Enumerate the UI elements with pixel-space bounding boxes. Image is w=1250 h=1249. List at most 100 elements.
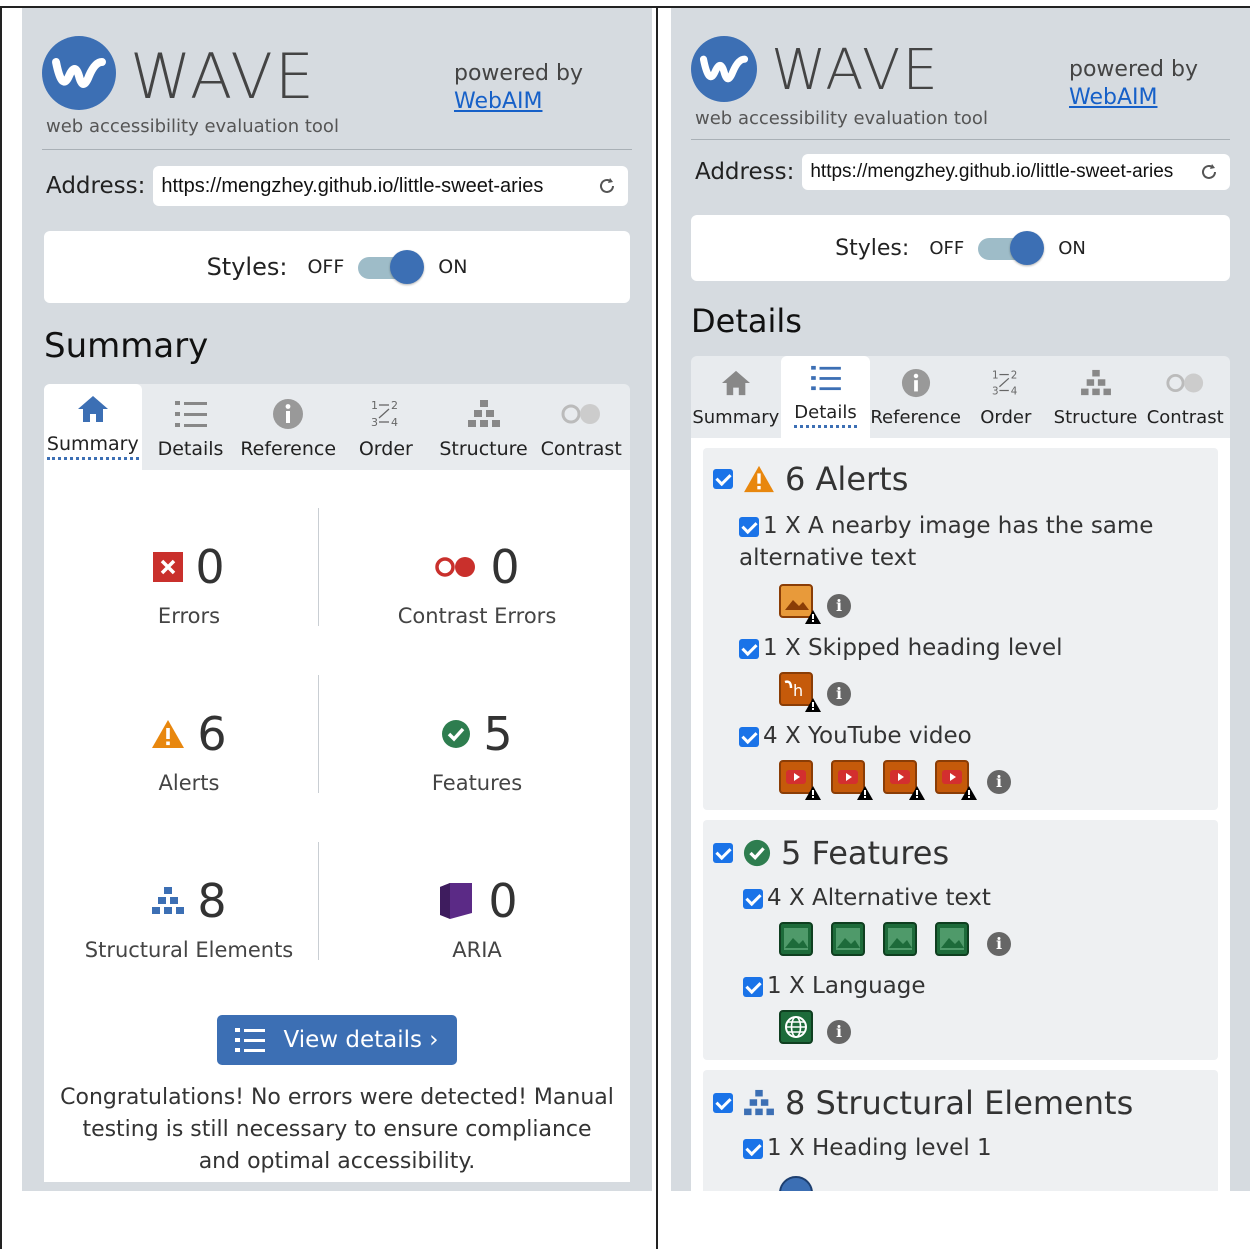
- styles-label: Styles:: [835, 235, 910, 261]
- tab-reference[interactable]: Reference: [870, 356, 961, 438]
- styles-toggle[interactable]: [358, 250, 425, 284]
- address-input[interactable]: https://mengzhey.github.io/little-sweet-…: [153, 166, 628, 206]
- tab-details[interactable]: Details: [780, 356, 871, 438]
- address-bar: Address: https://mengzhey.github.io/litt…: [695, 154, 1230, 190]
- structure-icon: [467, 398, 501, 430]
- frame-middle-border: [656, 6, 658, 1249]
- wave-logo-icon: [691, 36, 757, 102]
- summary-card: 0 Errors 0 Contrast Errors 6 Alerts 5 Fe…: [44, 470, 630, 1182]
- wave-panel-details: WAVE web accessibility evaluation tool p…: [671, 8, 1250, 1191]
- wave-header: WAVE web accessibility evaluation tool p…: [42, 8, 632, 150]
- alert-item-skipped-heading: 1 X Skipped heading level: [739, 632, 1063, 664]
- alerts-group: 6 Alerts 1 X A nearby image has the same…: [703, 448, 1218, 810]
- alert-item-checkbox[interactable]: [739, 638, 759, 659]
- feature-icon: [442, 720, 471, 748]
- stat-alerts[interactable]: 6 Alerts: [54, 707, 324, 795]
- youtube-video-icon[interactable]: [935, 760, 977, 800]
- address-input[interactable]: https://mengzhey.github.io/little-sweet-…: [802, 154, 1230, 190]
- alerts-heading: 6 Alerts: [713, 460, 908, 498]
- svg-text:1: 1: [371, 399, 378, 412]
- wave-header: WAVE web accessibility evaluation tool p…: [691, 8, 1230, 140]
- reload-icon[interactable]: [596, 175, 618, 197]
- address-label: Address:: [695, 159, 795, 185]
- youtube-video-icon[interactable]: [831, 760, 873, 800]
- tab-order[interactable]: 1234 Order: [337, 384, 435, 470]
- info-icon[interactable]: i: [827, 594, 851, 618]
- panel-tabs: Summary Details Reference 1234 Order Str…: [44, 384, 630, 470]
- tab-summary[interactable]: Summary: [44, 384, 142, 470]
- powered-by-text: powered by: [1069, 57, 1198, 82]
- info-icon[interactable]: i: [827, 1020, 851, 1044]
- reload-icon[interactable]: [1198, 161, 1220, 183]
- alert-item-same-alt: 1 X A nearby image has the same alternat…: [739, 513, 1154, 571]
- alert-same-alt-icons: i: [779, 584, 851, 624]
- tab-structure[interactable]: Structure: [1051, 356, 1141, 438]
- list-icon: [174, 398, 207, 430]
- alert-skipped-heading-icons: h i: [779, 672, 851, 712]
- tab-order[interactable]: 1234 Order: [961, 356, 1051, 438]
- feature-icon: [743, 839, 771, 867]
- section-title: Summary: [44, 326, 209, 366]
- info-icon[interactable]: i: [987, 770, 1011, 794]
- home-icon: [76, 393, 110, 425]
- alerts-checkbox[interactable]: [713, 469, 733, 489]
- stat-aria[interactable]: 0 ARIA: [342, 874, 612, 962]
- alert-icon: [152, 720, 185, 748]
- feature-item-checkbox[interactable]: [743, 888, 763, 909]
- svg-text:1: 1: [992, 369, 999, 381]
- alert-youtube-icons: i: [779, 760, 1011, 800]
- redundant-alt-icon[interactable]: [779, 584, 821, 624]
- webaim-link[interactable]: WebAIM: [454, 88, 583, 116]
- wave-wordmark: WAVE: [130, 40, 316, 113]
- tab-reference[interactable]: Reference: [239, 384, 337, 470]
- tab-details[interactable]: Details: [142, 384, 240, 470]
- alert-item-checkbox[interactable]: [739, 726, 759, 747]
- styles-on-label: ON: [438, 256, 468, 278]
- styles-toggle[interactable]: [978, 231, 1045, 265]
- powered-by: powered by WebAIM: [1069, 56, 1198, 112]
- contrast-icon: [435, 557, 476, 577]
- youtube-video-icon[interactable]: [779, 760, 821, 800]
- tab-contrast[interactable]: Contrast: [532, 384, 630, 470]
- youtube-video-icon[interactable]: [883, 760, 925, 800]
- info-icon[interactable]: i: [827, 682, 851, 706]
- tab-contrast[interactable]: Contrast: [1140, 356, 1230, 438]
- language-globe-icon[interactable]: [779, 1010, 813, 1044]
- alert-item-checkbox[interactable]: [739, 516, 759, 537]
- alt-text-icon[interactable]: [935, 922, 969, 956]
- stat-contrast-errors[interactable]: 0 Contrast Errors: [342, 540, 612, 628]
- address-value: https://mengzhey.github.io/little-sweet-…: [810, 161, 1174, 182]
- alert-item-youtube: 4 X YouTube video: [739, 720, 972, 752]
- stat-structural-elements[interactable]: 8 Structural Elements: [54, 874, 324, 962]
- address-label: Address:: [46, 173, 146, 199]
- wave-wordmark: WAVE: [771, 38, 940, 103]
- order-icon: 1234: [369, 398, 403, 430]
- stat-errors[interactable]: 0 Errors: [54, 540, 324, 628]
- structure-checkbox[interactable]: [713, 1093, 733, 1113]
- heading-skipped-icon[interactable]: h: [779, 672, 821, 712]
- features-checkbox[interactable]: [713, 843, 733, 863]
- tab-structure[interactable]: Structure: [435, 384, 533, 470]
- view-details-button[interactable]: View details ›: [217, 1015, 457, 1065]
- feature-language-icons: i: [779, 1010, 851, 1044]
- home-icon: [720, 367, 752, 399]
- webaim-link[interactable]: WebAIM: [1069, 84, 1198, 112]
- structure-icon: [152, 887, 185, 914]
- styles-off-label: OFF: [307, 256, 345, 278]
- heading-level-icon[interactable]: [779, 1176, 813, 1191]
- feature-item-checkbox[interactable]: [743, 976, 763, 997]
- svg-text:4: 4: [1011, 385, 1018, 397]
- powered-by-text: powered by: [454, 61, 583, 86]
- styles-off-label: OFF: [929, 237, 965, 259]
- alt-text-icon[interactable]: [831, 922, 865, 956]
- styles-label: Styles:: [206, 253, 288, 281]
- tab-summary[interactable]: Summary: [691, 356, 781, 438]
- stat-features[interactable]: 5 Features: [342, 707, 612, 795]
- structure-icon: [744, 1089, 774, 1116]
- frame-left-border: [0, 6, 2, 1249]
- info-icon[interactable]: i: [987, 932, 1011, 956]
- alt-text-icon[interactable]: [779, 922, 813, 956]
- styles-toggle-card: Styles: OFF ON: [691, 215, 1230, 281]
- structure-item-checkbox[interactable]: [743, 1138, 763, 1159]
- alt-text-icon[interactable]: [883, 922, 917, 956]
